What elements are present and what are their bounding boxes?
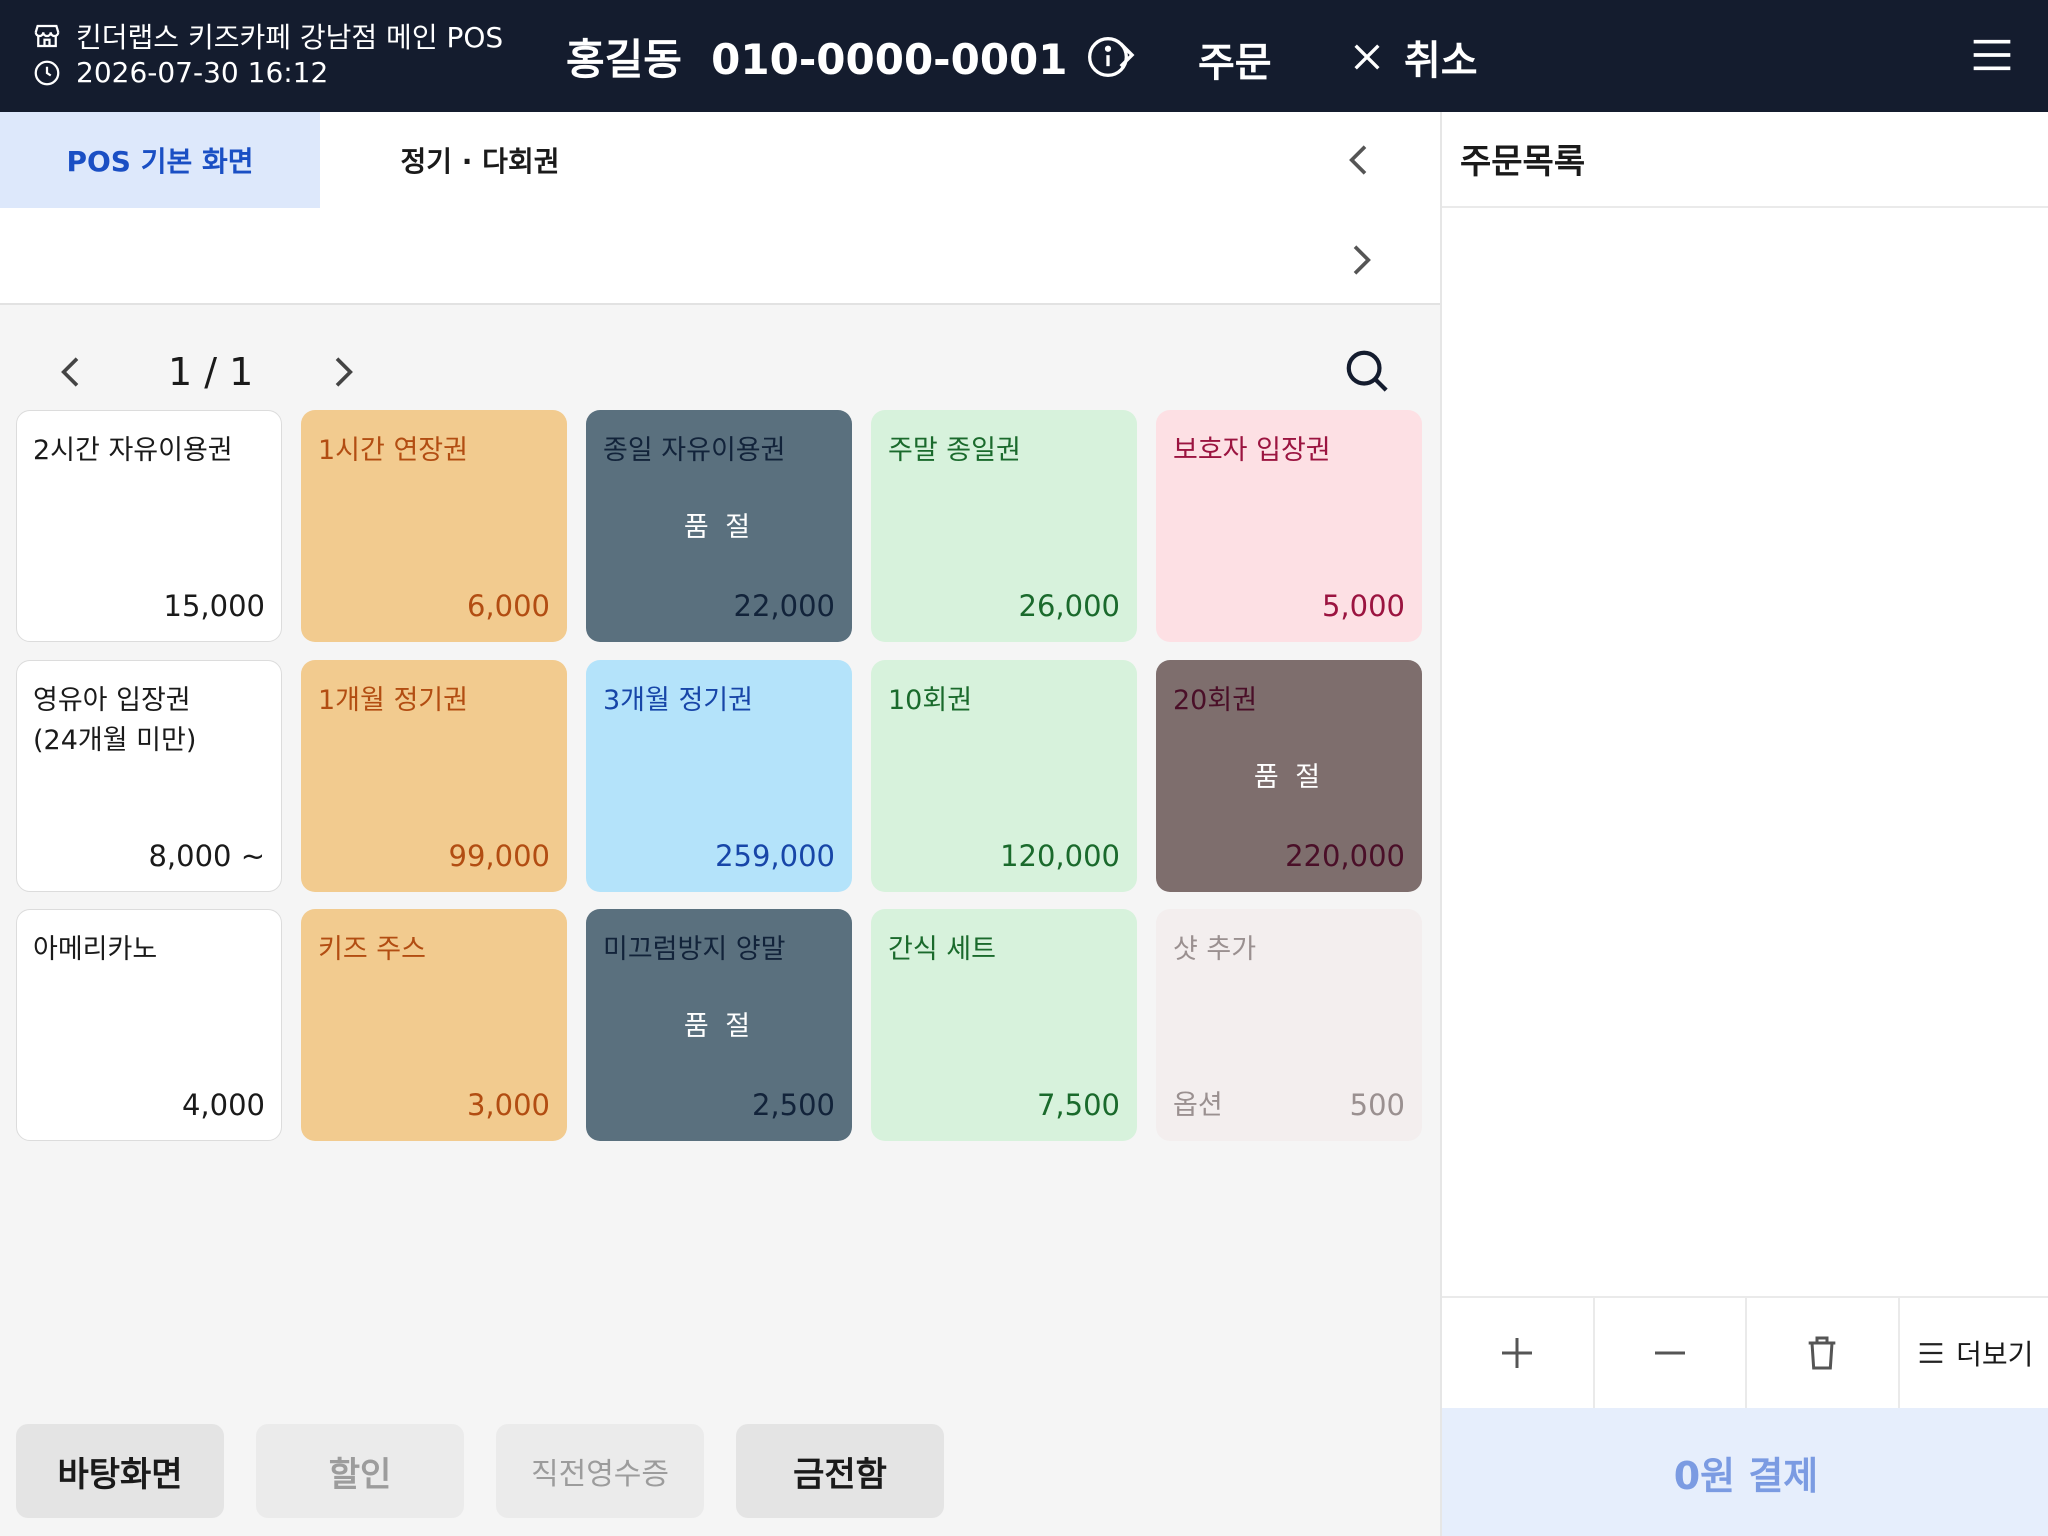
order-mode-label: 주문: [1198, 40, 1272, 86]
trash-icon: [1808, 1336, 1836, 1370]
divider: [1442, 206, 2048, 208]
pay-button[interactable]: 0원 결제: [1442, 1408, 2048, 1536]
cancel-button[interactable]: 취소: [1350, 28, 1478, 86]
product-name: 간식 세트: [888, 934, 996, 965]
product-name: 미끄럼방지 양말: [603, 934, 786, 965]
product-name: 10회권: [888, 685, 973, 716]
product-name: 20회권: [1173, 685, 1258, 716]
product-name: 종일 자유이용권: [603, 435, 786, 466]
product-panel: POS 기본 화면 정기 · 다회권 1 / 1 2시간 자유이용권 15,000…: [0, 112, 1440, 1536]
product-price: 500: [1349, 1088, 1405, 1122]
page-next-icon[interactable]: [322, 352, 362, 392]
discount-button[interactable]: 할인: [256, 1424, 464, 1518]
clock-icon: [34, 60, 60, 85]
product-price: 120,000: [1000, 839, 1120, 873]
product-name: 주말 종일권: [888, 435, 1021, 466]
product-price: 3,000: [466, 1088, 550, 1122]
sold-out-label: 품 절: [683, 1011, 755, 1042]
product-tile[interactable]: 보호자 입장권 5,000: [1156, 410, 1422, 642]
product-name: 키즈 주스: [318, 934, 426, 965]
product-tile[interactable]: 3개월 정기권 259,000: [586, 660, 852, 892]
product-tile[interactable]: 주말 종일권 26,000: [871, 410, 1137, 642]
more-button[interactable]: 더보기: [1900, 1298, 2048, 1408]
pager: 1 / 1: [0, 320, 1440, 420]
home-button[interactable]: 바탕화면: [16, 1424, 224, 1518]
close-icon: [1354, 44, 1380, 70]
more-label: 더보기: [1956, 1338, 2034, 1371]
customer-name-phone: 홍길동 010-0000-0001: [566, 35, 1068, 84]
order-panel: 주문목록 더보기 0원 결제: [1440, 112, 2048, 1536]
cash-drawer-button[interactable]: 금전함: [736, 1424, 944, 1518]
search-icon[interactable]: [1344, 348, 1390, 394]
chevron-left-icon[interactable]: [1340, 140, 1380, 180]
product-name: 3개월 정기권: [603, 685, 753, 716]
chevron-right-icon[interactable]: [1340, 240, 1380, 280]
sold-out-label: 품 절: [1253, 762, 1325, 793]
increase-button[interactable]: [1442, 1298, 1595, 1408]
current-datetime: 2026-07-30 16:12: [76, 56, 329, 89]
product-tile[interactable]: 미끄럼방지 양말품 절 2,500: [586, 909, 852, 1141]
product-price: 259,000: [715, 839, 835, 873]
product-price: 99,000: [448, 839, 550, 873]
product-tile[interactable]: 1시간 연장권 6,000: [301, 410, 567, 642]
tab-subscription[interactable]: 정기 · 다회권: [320, 112, 640, 208]
store-info: 킨더랩스 키즈카페 강남점 메인 POS: [32, 16, 503, 56]
page-prev-icon[interactable]: [52, 352, 92, 392]
plus-icon: [1502, 1338, 1533, 1368]
last-receipt-button[interactable]: 직전영수증: [496, 1424, 704, 1518]
product-price: 6,000: [466, 589, 550, 623]
store-name: 킨더랩스 키즈카페 강남점 메인 POS: [76, 21, 504, 54]
cancel-label: 취소: [1404, 38, 1478, 84]
customer-info[interactable]: 홍길동 010-0000-0001: [566, 26, 1130, 87]
product-name: 샷 추가: [1173, 934, 1257, 965]
order-actions: 더보기: [1442, 1296, 2048, 1408]
product-price: 15,000: [163, 589, 265, 623]
product-price: 22,000: [733, 589, 835, 623]
product-price: 220,000: [1285, 839, 1405, 873]
product-tile[interactable]: 10회권 120,000: [871, 660, 1137, 892]
datetime-info: 2026-07-30 16:12: [32, 56, 328, 89]
product-name: 2시간 자유이용권: [33, 435, 233, 466]
product-tile[interactable]: 키즈 주스 3,000: [301, 909, 567, 1141]
product-name: 1시간 연장권: [318, 435, 468, 466]
store-icon: [34, 24, 60, 48]
category-tabs: POS 기본 화면 정기 · 다회권: [0, 112, 1440, 305]
page-indicator: 1 / 1: [168, 350, 254, 394]
product-price: 26,000: [1018, 589, 1120, 623]
list-icon: [1919, 1343, 1943, 1363]
chevron-right-icon: [1119, 42, 1135, 68]
minus-icon: [1654, 1351, 1685, 1355]
product-tile[interactable]: 20회권품 절 220,000: [1156, 660, 1422, 892]
top-bar: 킨더랩스 키즈카페 강남점 메인 POS 2026-07-30 16:12 홍길…: [0, 0, 2048, 112]
product-tile[interactable]: 샷 추가옵션 500: [1156, 909, 1422, 1141]
product-name: 아메리카노: [33, 934, 158, 965]
product-name: 1개월 정기권: [318, 685, 468, 716]
product-tile[interactable]: 1개월 정기권 99,000: [301, 660, 567, 892]
decrease-button[interactable]: [1595, 1298, 1747, 1408]
tab-pos-home[interactable]: POS 기본 화면: [0, 112, 320, 208]
product-tile[interactable]: 영유아 입장권 (24개월 미만) 8,000 ~: [16, 660, 282, 892]
product-price: 2,500: [751, 1088, 835, 1122]
product-price: 7,500: [1036, 1088, 1120, 1122]
product-tile[interactable]: 종일 자유이용권품 절 22,000: [586, 410, 852, 642]
product-tile[interactable]: 아메리카노 4,000: [16, 909, 282, 1141]
delete-button[interactable]: [1747, 1298, 1900, 1408]
product-price: 4,000: [181, 1088, 265, 1122]
product-tile[interactable]: 간식 세트 7,500: [871, 909, 1137, 1141]
product-name: 보호자 입장권: [1173, 435, 1331, 466]
option-label: 옵션: [1173, 1090, 1223, 1121]
sold-out-label: 품 절: [683, 512, 755, 543]
order-list-title: 주문목록: [1460, 142, 1586, 182]
product-name: 영유아 입장권 (24개월 미만): [33, 685, 197, 756]
product-price: 8,000 ~: [148, 839, 265, 873]
product-price: 5,000: [1321, 589, 1405, 623]
hamburger-menu-icon[interactable]: [1972, 38, 2012, 72]
product-tile[interactable]: 2시간 자유이용권 15,000: [16, 410, 282, 642]
